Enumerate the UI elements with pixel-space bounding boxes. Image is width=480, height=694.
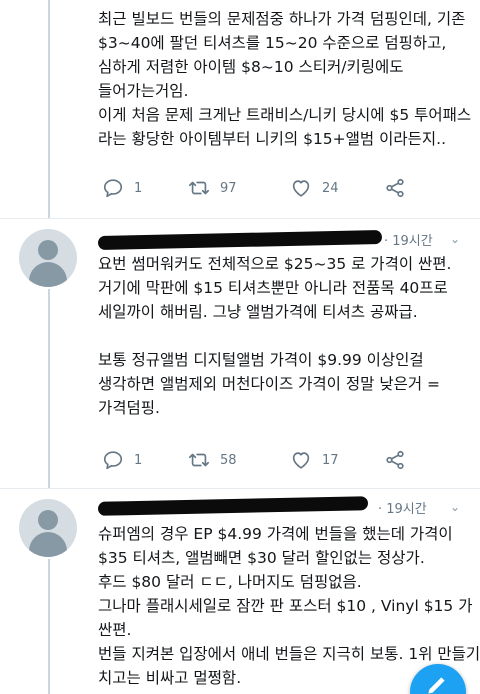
thread-line: [48, 0, 50, 218]
tweet-1-text: 최근 빌보드 번들의 문제점중 하나가 가격 덤핑인데, 기존 $3~40에 팔…: [98, 7, 472, 151]
reply-icon: [103, 451, 123, 470]
avatar-head-shape: [38, 240, 58, 260]
thread-line: [48, 289, 50, 489]
avatar[interactable]: [19, 499, 77, 557]
tweet-text-line: 그나마 플래시세일로 잠깐 판 포스터 $10 , Vinyl $15 가: [98, 597, 473, 615]
share-button[interactable]: [384, 177, 406, 199]
tweet-text-line: 들어가는거임.: [98, 82, 189, 100]
reply-count: 1: [134, 180, 143, 196]
tweet-text-line: 최근 빌보드 번들의 문제점중 하나가 가격 덤핑인데, 기존: [98, 10, 466, 28]
avatar-head-shape: [38, 510, 58, 530]
like-button[interactable]: 24: [290, 177, 339, 199]
redacted-username: [97, 230, 383, 250]
retweet-count: 58: [220, 452, 237, 468]
tweet-text-line: 슈퍼엠의 경우 EP $4.99 가격에 번들을 했는데 가격이: [98, 525, 453, 543]
retweet-button[interactable]: 97: [188, 177, 237, 199]
tweet-3-text: 슈퍼엠의 경우 EP $4.99 가격에 번들을 했는데 가격이 $35 티셔츠…: [98, 522, 480, 690]
like-icon: [292, 452, 310, 469]
tweet-text-line: 요번 썸머워커도 전체적으로 $25~35 로 가격이 싼편.: [98, 255, 452, 273]
tweet-text-line: 후드 $80 달러 ㄷㄷ, 나머지도 덤핑없음.: [98, 573, 362, 591]
share-button[interactable]: [384, 449, 406, 471]
share-icon: [386, 450, 404, 470]
like-button[interactable]: 17: [290, 449, 339, 471]
tweet-text-line: 번들 지켜본 입장에서 애네 번들은 지극히 보통. 1위 만들기: [98, 645, 480, 663]
reply-icon: [103, 179, 123, 198]
reply-button[interactable]: 1: [102, 177, 142, 199]
tweet-text-line: 세일까이 해버림. 그냥 앨범가격에 티셔츠 공짜급.: [98, 303, 418, 321]
share-icon: [386, 178, 404, 198]
thread-line: [48, 559, 50, 694]
tweet-text-line: 싼편.: [98, 621, 132, 639]
avatar-body-shape: [29, 262, 67, 287]
tweet-3[interactable]: · 19시간 ⌄ 슈퍼엠의 경우 EP $4.99 가격에 번들을 했는데 가격…: [0, 489, 480, 694]
tweet-text-line: 심하게 저렴한 아이템 $8~10 스티커/키링에도: [98, 58, 404, 76]
tweet-actions: 1 97 24: [102, 177, 432, 201]
tweet-text-line: 가격덤핑.: [98, 399, 160, 417]
redacted-username: [97, 496, 369, 516]
reply-button[interactable]: 1: [102, 449, 142, 471]
tweet-timestamp[interactable]: · 19시간: [378, 498, 427, 517]
avatar-body-shape: [29, 532, 67, 557]
tweet-text-line: 이게 처음 문제 크게난 트래비스/니키 당시에 $5 투어패스: [98, 106, 472, 124]
chevron-down-icon[interactable]: ⌄: [450, 232, 460, 246]
reply-count: 1: [134, 452, 143, 468]
like-count: 17: [322, 452, 339, 468]
tweet-timestamp[interactable]: · 19시간: [384, 230, 433, 249]
retweet-icon: [189, 453, 209, 467]
tweet-text-line: 라는 황당한 아이템부터 니키의 $15+앨범 이라든지..: [98, 130, 447, 148]
avatar[interactable]: [19, 229, 77, 287]
tweet-2[interactable]: · 19시간 ⌄ 요번 썸머워커도 전체적으로 $25~35 로 가격이 싼편.…: [0, 219, 480, 489]
tweet-2-text: 요번 썸머워커도 전체적으로 $25~35 로 가격이 싼편. 거기에 막판에 …: [98, 252, 470, 420]
retweet-count: 97: [220, 180, 237, 196]
like-icon: [292, 180, 310, 197]
tweet-actions: 1 58 17: [102, 449, 432, 473]
retweet-icon: [189, 181, 209, 195]
compose-icon: [428, 677, 445, 694]
tweet-text-line: 생각하면 앨범제외 머천다이즈 가격이 정말 낮은거 =: [98, 375, 441, 393]
chevron-down-icon[interactable]: ⌄: [450, 500, 460, 514]
tweet-text-line: 보통 정규앨범 디지털앨범 가격이 $9.99 이상인걸: [98, 351, 424, 369]
retweet-button[interactable]: 58: [188, 449, 237, 471]
tweet-text-line: $3~40에 팔던 티셔츠를 15~20 수준으로 덤핑하고,: [98, 34, 447, 52]
tweet-text-line: 거기에 막판에 $15 티셔츠뿐만 아니라 전품목 40프로: [98, 279, 448, 297]
like-count: 24: [322, 180, 339, 196]
tweet-1[interactable]: 최근 빌보드 번들의 문제점중 하나가 가격 덤핑인데, 기존 $3~40에 팔…: [0, 0, 480, 220]
tweet-text-line: $35 티셔츠, 앨범빼면 $30 달러 할인없는 정상가.: [98, 549, 425, 567]
